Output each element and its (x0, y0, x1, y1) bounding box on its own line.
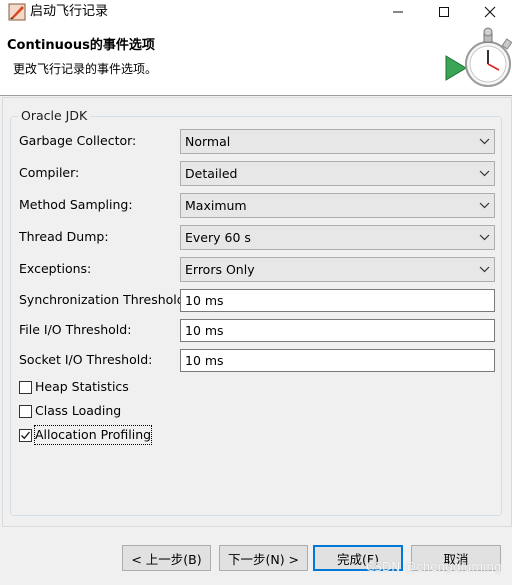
garbage-collector-select[interactable]: Normal (180, 129, 495, 154)
chevron-down-icon (479, 234, 490, 241)
next-button[interactable]: 下一步(N) > (219, 545, 308, 571)
garbage-collector-value: Normal (185, 134, 231, 149)
compiler-label: Compiler: (19, 165, 80, 180)
compiler-select[interactable]: Detailed (180, 161, 495, 186)
chevron-down-icon (479, 266, 490, 273)
socket-io-threshold-input[interactable] (181, 350, 494, 371)
checkmark-icon (21, 431, 31, 439)
method-sampling-select[interactable]: Maximum (180, 193, 495, 218)
garbage-collector-label: Garbage Collector: (19, 133, 137, 148)
thread-dump-label: Thread Dump: (19, 229, 109, 244)
close-button[interactable] (468, 0, 512, 24)
minimize-icon (393, 11, 403, 13)
stopwatch-play-icon (445, 27, 512, 87)
file-io-threshold-field[interactable] (180, 319, 495, 342)
socket-io-threshold-field[interactable] (180, 349, 495, 372)
app-icon (8, 3, 26, 21)
maximize-icon (439, 7, 449, 17)
wizard-header: Continuous的事件选项 更改飞行记录的事件选项。 (0, 24, 512, 96)
checkbox-checked-icon[interactable] (19, 428, 32, 442)
compiler-value: Detailed (185, 166, 238, 181)
chevron-down-icon (479, 202, 490, 209)
minimize-button[interactable] (376, 0, 420, 24)
exceptions-select[interactable]: Errors Only (180, 257, 495, 282)
title-bar: 启动飞行记录 (0, 0, 512, 24)
method-sampling-value: Maximum (185, 198, 247, 213)
thread-dump-select[interactable]: Every 60 s (180, 225, 495, 250)
checkbox-unchecked-icon[interactable] (19, 404, 32, 418)
synchronization-threshold-label: Synchronization Threshold: (19, 292, 189, 307)
synchronization-threshold-field[interactable] (180, 289, 495, 312)
chevron-down-icon (479, 138, 490, 145)
file-io-threshold-label: File I/O Threshold: (19, 322, 132, 337)
exceptions-label: Exceptions: (19, 261, 92, 276)
chevron-down-icon (479, 170, 490, 177)
group-label: Oracle JDK (18, 107, 91, 125)
checkbox-unchecked-icon[interactable] (19, 380, 32, 394)
page-title: Continuous的事件选项 (7, 38, 155, 53)
synchronization-threshold-input[interactable] (181, 290, 494, 311)
window-title: 启动飞行记录 (30, 4, 109, 19)
thread-dump-value: Every 60 s (185, 230, 251, 245)
exceptions-value: Errors Only (185, 262, 255, 277)
back-button[interactable]: < 上一步(B) (122, 545, 211, 571)
class-loading-checkbox[interactable]: Class Loading (19, 402, 121, 420)
heap-statistics-checkbox[interactable]: Heap Statistics (19, 378, 129, 396)
socket-io-threshold-label: Socket I/O Threshold: (19, 352, 153, 367)
heap-statistics-label: Heap Statistics (35, 379, 129, 394)
maximize-button[interactable] (422, 0, 466, 24)
allocation-profiling-label: Allocation Profiling (33, 425, 153, 445)
close-icon (484, 6, 496, 18)
class-loading-label: Class Loading (35, 403, 122, 418)
file-io-threshold-input[interactable] (181, 320, 494, 341)
watermark: CSDN @chengqiuming (366, 560, 502, 574)
method-sampling-label: Method Sampling: (19, 197, 133, 212)
allocation-profiling-checkbox[interactable]: Allocation Profiling (19, 425, 153, 445)
page-subtitle: 更改飞行记录的事件选项。 (13, 62, 158, 76)
